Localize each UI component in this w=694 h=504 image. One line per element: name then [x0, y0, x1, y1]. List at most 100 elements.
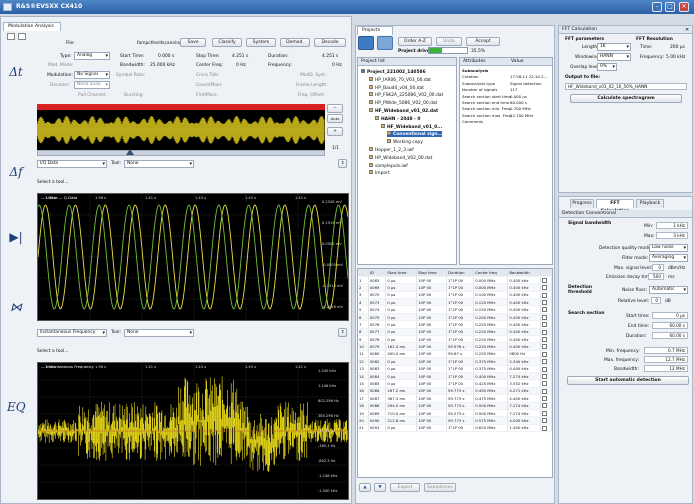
table-row[interactable]: 8 0077 0 µs 10P 00 1°1P 00 0.220 MHz 0.400 kHz: [358, 328, 552, 337]
table-header-cell[interactable]: [540, 269, 552, 277]
table-row[interactable]: 5 0074 0 µs 10P 00 1°1P 00 0.150 MHz 0.400 kHz: [358, 305, 552, 314]
tab-modulation-analysis[interactable]: Modulation Analysis: [3, 22, 61, 31]
calculate-spectrogram-button[interactable]: Calculate spectrogram: [570, 94, 682, 103]
detection-subtab[interactable]: Detection Conventional: [559, 210, 692, 218]
table-row[interactable]: 3 0070 0 µs 10P 00 1°1P 00 0.100 MHz 0.400 kHz: [358, 291, 552, 300]
sidebar-button-5[interactable]: EQ: [3, 395, 29, 433]
row-checkbox[interactable]: [541, 307, 547, 313]
tree-item[interactable]: HF_Wideband_v01_02.dat: [369, 108, 438, 114]
plot1-settings-button[interactable]: ⇕: [338, 159, 347, 168]
table-row[interactable]: 18 0088 294.0 ms 10P 00 59.773 s 0.500 MHz 7.2…: [358, 402, 552, 410]
tab-progress[interactable]: Progress: [570, 199, 594, 208]
table-row[interactable]: 1 0083 0 µs 10P 00 1°1P 00 0.000 MHz 0.400 kHz: [358, 276, 552, 285]
project-icon[interactable]: [358, 36, 374, 50]
iq-data-plot[interactable]: — I-Data — Q-Data: [37, 193, 349, 321]
move-up-button[interactable]: ▲: [359, 483, 371, 492]
sidebar-button-2[interactable]: Δf: [3, 160, 29, 198]
max-signal-field[interactable]: 0: [652, 264, 664, 271]
start-time-field[interactable]: 0 µs: [652, 312, 688, 319]
table-header-cell[interactable]: Bandwidth: [507, 269, 541, 277]
sidebar-button-4[interactable]: ⋈: [3, 295, 29, 333]
row-checkbox[interactable]: [541, 366, 547, 372]
tree-item[interactable]: samplepuls.iwf: [369, 162, 408, 169]
decoder-select[interactable]: None avail.: [74, 81, 110, 89]
pin-icon[interactable]: [7, 33, 15, 40]
tab-projects[interactable]: Projects: [357, 26, 393, 35]
row-checkbox[interactable]: [541, 277, 547, 283]
classify-button[interactable]: Classify: [212, 38, 242, 47]
table-header-cell[interactable]: ID: [368, 269, 387, 277]
tree-item[interactable]: HP_Wideband_V02_00.dat: [369, 154, 432, 161]
plot1-tool-select[interactable]: None: [124, 160, 194, 168]
bandwidth-field[interactable]: 12 MHz: [644, 365, 688, 372]
length-select[interactable]: 1K: [597, 43, 631, 51]
table-header-cell[interactable]: Duration: [446, 269, 475, 277]
row-checkbox[interactable]: [541, 351, 547, 357]
table-row[interactable]: 2 0069 0 µs 10P 00 1°1P 00 0.000 MHz 0.400 kHz: [358, 283, 552, 292]
emission-decay-field[interactable]: 500: [648, 273, 664, 280]
row-checkbox[interactable]: [541, 403, 547, 409]
accept-button[interactable]: Accept: [466, 37, 500, 46]
max-bandwidth-field[interactable]: 3 kHz: [656, 232, 688, 239]
row-checkbox[interactable]: [541, 373, 547, 379]
row-checkbox[interactable]: [541, 285, 547, 291]
min-frequency-field[interactable]: 0.7 MHz: [644, 347, 688, 354]
plot2-tool-select[interactable]: None: [124, 329, 194, 337]
overview-scrollbar[interactable]: [37, 149, 325, 156]
tree-item[interactable]: HAHN - 2048 - 0: [375, 115, 420, 122]
move-down-button[interactable]: ▼: [374, 483, 386, 492]
row-checkbox[interactable]: [541, 418, 547, 424]
row-checkbox[interactable]: [541, 388, 547, 394]
row-checkbox[interactable]: [541, 396, 547, 401]
minimize-button[interactable]: –: [652, 2, 662, 12]
table-row[interactable]: 19 0089 710.0 ms 10P 00 59.273 s 0.500 MHz 7.2…: [358, 409, 552, 418]
max-frequency-field[interactable]: 12.7 MHz: [644, 356, 688, 363]
table-row[interactable]: 20 0090 212.6 ms 10P 00 59.773 s 0.575 MHz 4.0…: [358, 416, 552, 425]
table-row[interactable]: 13 0083 0 µs 10P 00 1°1P 00 0.375 MHz 0.400 kH…: [358, 365, 552, 373]
min-bandwidth-field[interactable]: 1 kHz: [656, 222, 688, 229]
order-button[interactable]: Order A-Z: [398, 37, 432, 46]
row-checkbox[interactable]: [541, 359, 547, 365]
row-checkbox[interactable]: [541, 322, 547, 328]
tab-playback[interactable]: Playback: [636, 199, 664, 208]
row-checkbox[interactable]: [541, 344, 547, 350]
table-header-cell[interactable]: Start time: [385, 269, 418, 277]
decode-button[interactable]: Decode: [314, 38, 346, 47]
page-icon[interactable]: [18, 33, 26, 40]
tree-item[interactable]: Working copy: [387, 139, 423, 145]
table-row[interactable]: 11 0080 400.0 ms 10P 00 59.67 s 0.220 MHz 0800…: [358, 350, 552, 359]
sidebar-button-3[interactable]: ▶|: [3, 225, 29, 263]
row-checkbox[interactable]: [541, 314, 547, 320]
type-select[interactable]: Analog: [74, 52, 110, 60]
row-checkbox[interactable]: [541, 410, 547, 416]
table-row[interactable]: 6 0075 0 µs 10P 00 1°1P 00 0.200 MHz 0.400 kHz: [358, 313, 552, 322]
sample-sec-button[interactable]: Sample/sec: [424, 483, 456, 492]
maximize-button[interactable]: □: [665, 2, 675, 12]
filter-mode-select[interactable]: Averaging: [649, 254, 688, 262]
overlap-select[interactable]: 0%: [597, 63, 617, 71]
close-panel-icon[interactable]: ✕: [685, 27, 689, 33]
table-row[interactable]: 9 0078 0 µs 10P 00 1°1P 00 0.220 MHz 0.400 kHz: [358, 335, 552, 344]
tree-item[interactable]: HP_PWide_5086_V02_00.dat: [369, 100, 437, 106]
plot2-settings-button[interactable]: ⇕: [338, 328, 347, 337]
instantaneous-frequency-plot[interactable]: — Instantaneous Frequency: [37, 362, 349, 500]
folder-icon[interactable]: [377, 36, 393, 50]
tab-fft-calculation[interactable]: FFT Calculation: [596, 199, 634, 214]
table-row[interactable]: 10 0079 162.4 ms 10P 00 59.576 s 0.220 MHz 0.4…: [358, 342, 552, 351]
detection-quality-select[interactable]: Low noise: [649, 244, 688, 252]
overview-plot[interactable]: [36, 110, 325, 150]
tree-item[interactable]: HP_IAR06_70_V03_00.dat: [369, 76, 431, 83]
sidebar-button-1[interactable]: Δt: [3, 60, 29, 98]
auto-button[interactable]: Auto: [327, 114, 343, 123]
table-row[interactable]: 16 0086 267.2 ms 10P 00 59.773 s 0.450 MHz 4.2…: [358, 387, 552, 396]
row-checkbox[interactable]: [541, 425, 547, 431]
windowing-select[interactable]: HANN: [597, 53, 631, 61]
row-checkbox[interactable]: [541, 381, 547, 387]
demod-button[interactable]: Demod.: [280, 38, 310, 47]
table-row[interactable]: 14 0084 0 µs 10P 00 1°1P 00 0.400 MHz 7.274 kH…: [358, 372, 552, 381]
system-button[interactable]: System: [246, 38, 276, 47]
save-button[interactable]: Save: [180, 38, 206, 47]
plot1-data-select[interactable]: I/Q Data: [37, 160, 107, 168]
undo-button[interactable]: Undo: [436, 37, 462, 46]
row-checkbox[interactable]: [541, 292, 547, 298]
